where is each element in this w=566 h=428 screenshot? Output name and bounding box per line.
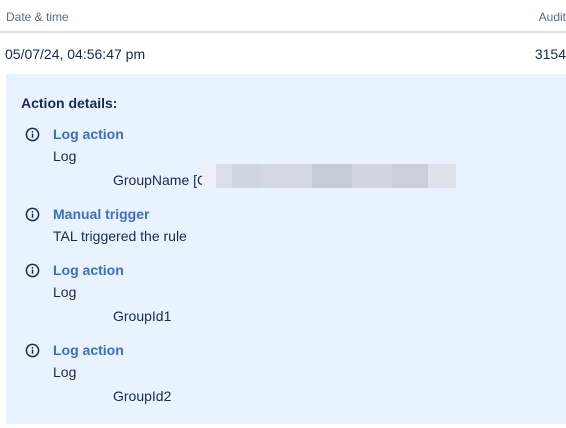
action-subtitle: Log [53, 148, 77, 164]
info-icon [25, 343, 40, 358]
date-time-column-header[interactable]: Date & time [6, 10, 69, 24]
info-icon [25, 263, 40, 278]
action-subtitle: Log [53, 284, 77, 300]
row-audit-value: 3154 [534, 46, 566, 62]
action-details-panel: Action details: Log action Log GroupName… [6, 74, 566, 424]
redacted-content [202, 164, 456, 188]
audit-column-header[interactable]: Audit [539, 10, 566, 24]
action-title: Log action [53, 126, 124, 142]
info-icon [25, 127, 40, 142]
action-detail: GroupId1 [113, 308, 172, 324]
action-detail: GroupId2 [113, 388, 172, 404]
action-details-title: Action details: [21, 95, 118, 111]
info-icon [25, 207, 40, 222]
table-header-row: Date & time Audit [0, 0, 566, 33]
action-subtitle: TAL triggered the rule [53, 228, 187, 244]
action-detail: GroupName [C [113, 172, 208, 188]
action-subtitle: Log [53, 364, 77, 380]
action-title: Manual trigger [53, 206, 150, 222]
table-row[interactable]: 05/07/24, 04:56:47 pm 3154 [0, 33, 566, 73]
action-title: Log action [53, 342, 124, 358]
row-date-time: 05/07/24, 04:56:47 pm [5, 46, 146, 62]
action-title: Log action [53, 262, 124, 278]
